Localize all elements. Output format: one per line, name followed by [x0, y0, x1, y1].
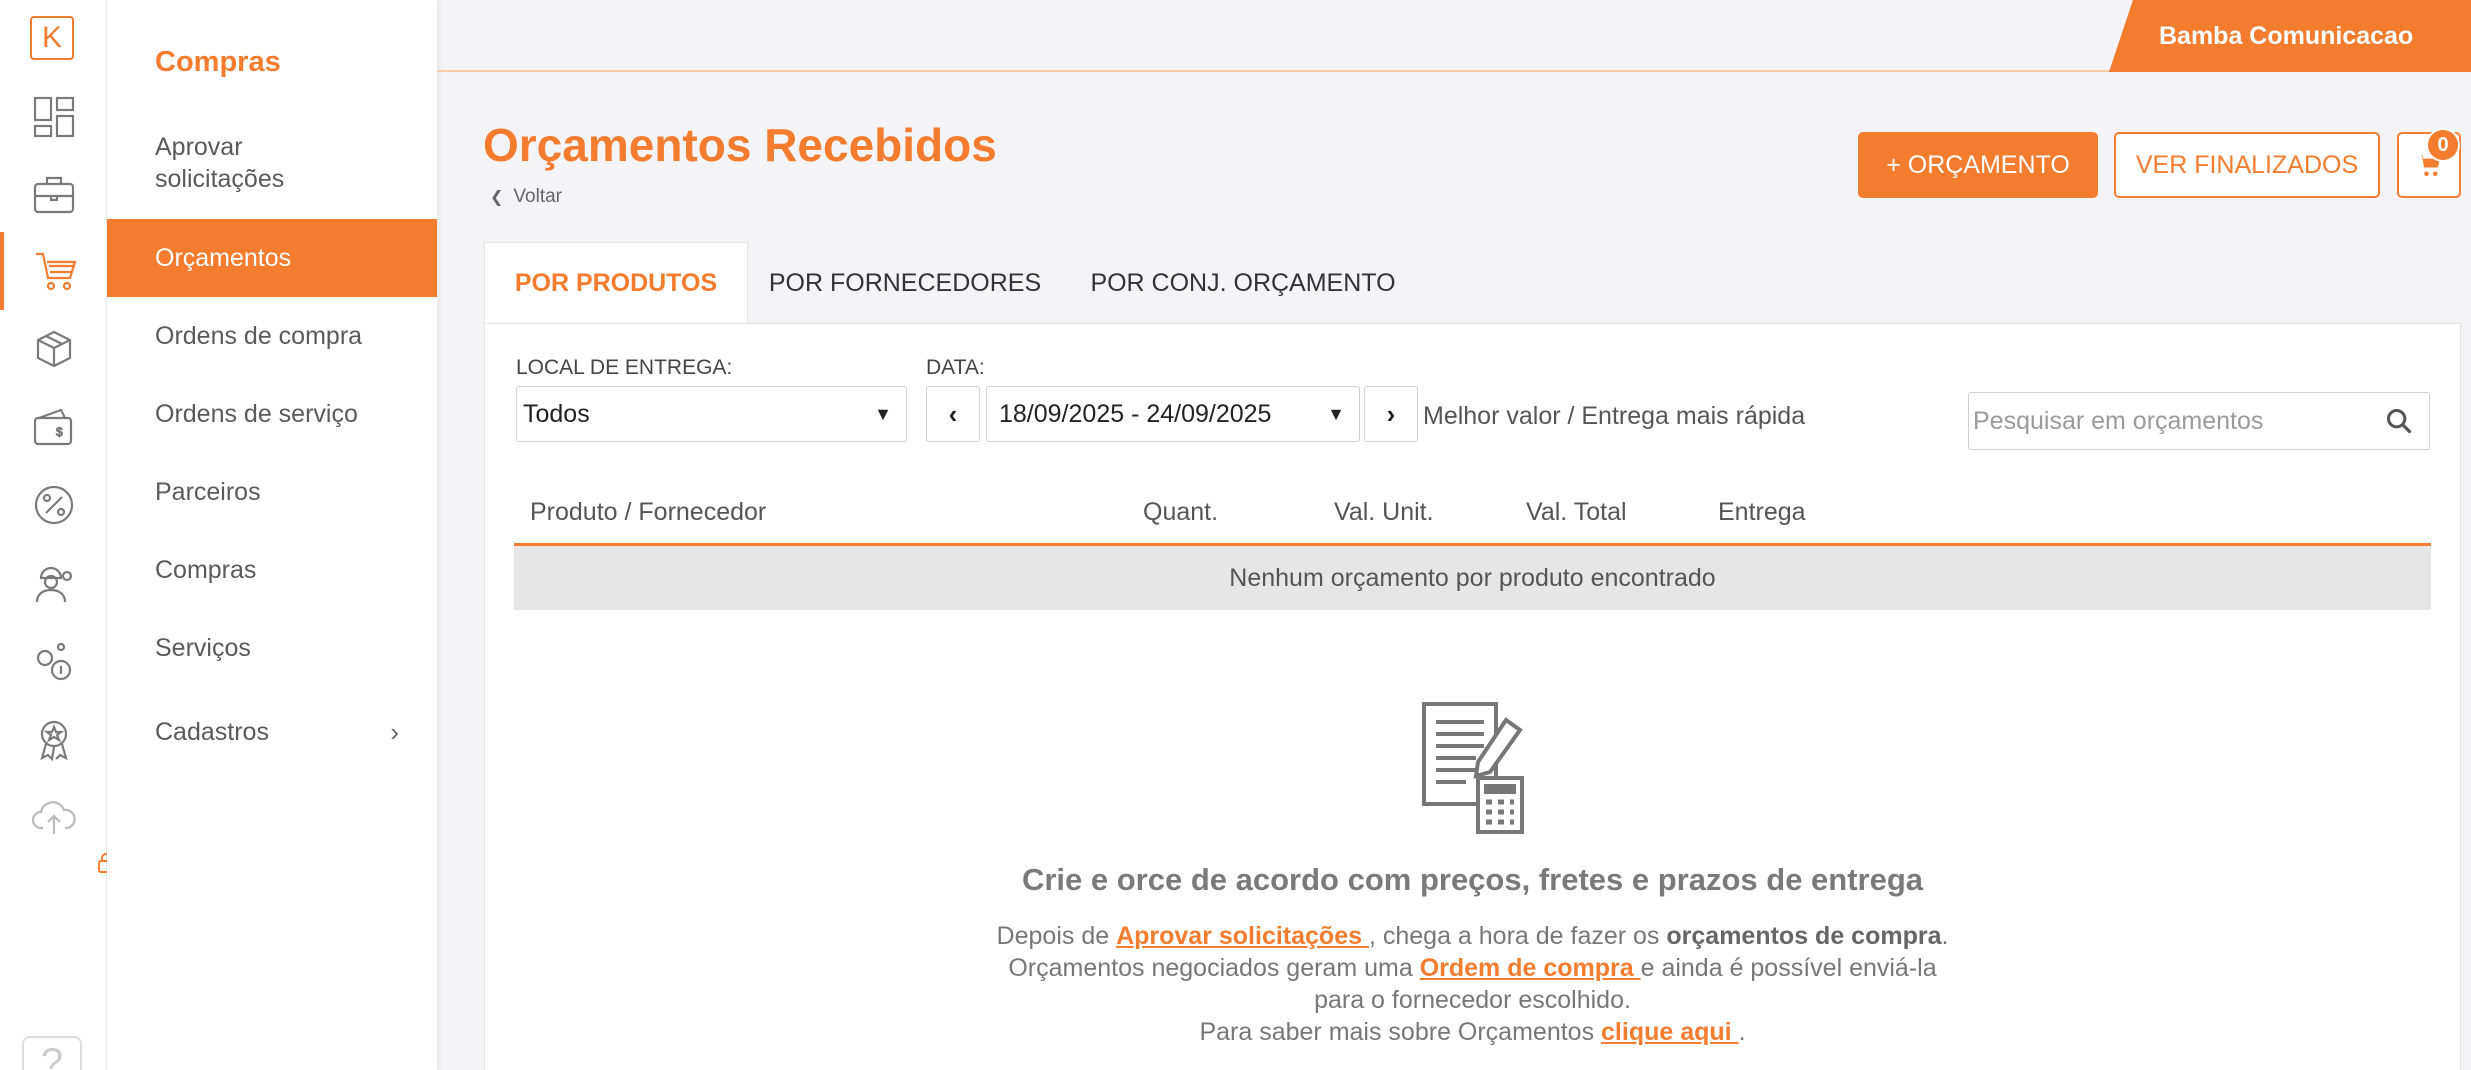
search-field[interactable]: [1968, 392, 2430, 450]
column-header-val-total[interactable]: Val. Total: [1526, 498, 1627, 527]
column-header-entrega[interactable]: Entrega: [1718, 498, 1806, 527]
empty-state-title: Crie e orce de acordo com preços, fretes…: [1021, 862, 1924, 897]
empty-text-segment: .: [1941, 922, 1949, 950]
subnav-item-compras[interactable]: Compras: [107, 531, 437, 609]
empty-text-segment: Para saber mais sobre Orçamentos: [1199, 1018, 1602, 1046]
column-header-produto-fornecedor[interactable]: Produto / Fornecedor: [530, 498, 766, 527]
chevron-left-icon: ‹: [948, 398, 958, 429]
boxes-icon[interactable]: [0, 310, 107, 388]
empty-text-segment: e ainda é possível enviá-la: [1640, 954, 1937, 982]
search-input[interactable]: [1973, 393, 2373, 449]
date-label: DATA:: [926, 356, 985, 379]
view-finished-button[interactable]: VER FINALIZADOS: [2114, 132, 2380, 198]
subnav-item-ordens-de-servico[interactable]: Ordens de serviço: [107, 375, 437, 453]
date-range-value: 18/09/2025 - 24/09/2025: [999, 399, 1272, 428]
date-prev-button[interactable]: ‹: [926, 386, 980, 442]
table-empty-row: Nenhum orçamento por produto encontrado: [514, 546, 2431, 610]
back-link-label: Voltar: [513, 186, 562, 207]
empty-text-segment: Orçamentos negociados geram uma: [1008, 954, 1420, 982]
svg-text:$: $: [56, 425, 63, 439]
subnav-item-label: Parceiros: [155, 477, 261, 506]
delivery-location-select[interactable]: Todos ▼: [516, 386, 907, 442]
worker-icon[interactable]: [0, 544, 107, 622]
empty-text-segment: , chega a hora de fazer os: [1368, 922, 1667, 950]
page-title: Orçamentos Recebidos: [483, 119, 997, 171]
column-header-val-unit[interactable]: Val. Unit.: [1334, 498, 1434, 527]
chevron-left-icon: ❮: [490, 189, 504, 206]
subnav-item-label: Compras: [155, 555, 257, 584]
cart-count-badge: 0: [2426, 128, 2460, 162]
subnav-item-label: Cadastros: [155, 717, 269, 746]
new-budget-button[interactable]: + ORÇAMENTO: [1858, 132, 2098, 198]
compras-subnav: Compras Aprovar solicitações Orçamentos …: [107, 0, 437, 1070]
company-name[interactable]: Bamba Comunicacao: [2109, 0, 2471, 72]
cloud-upload-icon[interactable]: [0, 778, 107, 856]
delivery-location-value: Todos: [523, 399, 590, 428]
subnav-item-servicos[interactable]: Serviços: [107, 609, 437, 687]
tab-por-produtos[interactable]: POR PRODUTOS: [484, 242, 748, 324]
tab-por-fornecedores[interactable]: POR FORNECEDORES: [760, 242, 1050, 324]
empty-text-bold: orçamentos de compra: [1666, 922, 1942, 950]
chevron-right-icon: ›: [390, 716, 399, 747]
subnav-item-label: Serviços: [155, 633, 251, 662]
empty-state-description: Depois de Aprovar solicitações , chega a…: [484, 920, 2461, 1048]
delivery-location-label: LOCAL DE ENTREGA:: [516, 356, 733, 379]
ordem-de-compra-link[interactable]: Ordem de compra: [1420, 954, 1641, 982]
subnav-item-label: Ordens de serviço: [155, 399, 358, 428]
percent-icon[interactable]: [0, 466, 107, 544]
shopping-cart-icon[interactable]: [0, 232, 107, 310]
subnav-item-ordens-de-compra[interactable]: Ordens de compra: [107, 297, 437, 375]
subnav-item-parceiros[interactable]: Parceiros: [107, 453, 437, 531]
empty-text-segment: .: [1738, 1018, 1746, 1046]
subnav-item-label: Aprovar solicitações: [155, 133, 285, 193]
award-badge-icon[interactable]: [0, 700, 107, 778]
clique-aqui-link[interactable]: clique aqui: [1601, 1018, 1739, 1046]
subnav-item-orcamentos[interactable]: Orçamentos: [107, 219, 437, 297]
aprovar-solicitacoes-link[interactable]: Aprovar solicitações: [1116, 922, 1369, 950]
tab-por-conj-orcamento[interactable]: POR CONJ. ORÇAMENTO: [1066, 242, 1420, 324]
subnav-item-cadastros[interactable]: Cadastros ›: [107, 693, 437, 771]
back-link[interactable]: ❮ Voltar: [490, 186, 562, 208]
date-next-button[interactable]: ›: [1364, 386, 1418, 442]
help-button[interactable]: ?: [22, 1036, 82, 1070]
app-logo[interactable]: K: [30, 16, 74, 60]
document-calculator-icon: [1422, 702, 1524, 834]
search-icon[interactable]: [2385, 407, 2413, 435]
caret-down-icon: ▼: [1327, 403, 1345, 424]
best-value-label: Melhor valor / Entrega mais rápida: [1423, 402, 1806, 430]
subnav-item-label: Ordens de compra: [155, 321, 363, 350]
empty-text-line: para o fornecedor escolhido.: [1314, 986, 1631, 1014]
wallet-icon[interactable]: $: [0, 388, 107, 466]
empty-text-segment: Depois de: [996, 922, 1117, 950]
subnav-title: Compras: [155, 46, 281, 78]
subnav-item-aprovar-solicitacoes[interactable]: Aprovar solicitações: [107, 128, 357, 198]
subnav-item-label: Orçamentos: [155, 243, 292, 272]
date-range-select[interactable]: 18/09/2025 - 24/09/2025 ▼: [986, 386, 1360, 442]
briefcase-icon[interactable]: [0, 156, 107, 234]
icon-rail: K $ ?: [0, 0, 114, 1070]
dashboard-grid-icon[interactable]: [0, 78, 107, 156]
table-header: Produto / Fornecedor Quant. Val. Unit. V…: [514, 480, 2431, 546]
chevron-right-icon: ›: [1386, 398, 1396, 429]
column-header-quant[interactable]: Quant.: [1143, 498, 1218, 527]
caret-down-icon: ▼: [874, 403, 892, 424]
people-network-icon[interactable]: [0, 622, 107, 700]
top-bar: Bamba Comunicacao: [437, 0, 2471, 72]
